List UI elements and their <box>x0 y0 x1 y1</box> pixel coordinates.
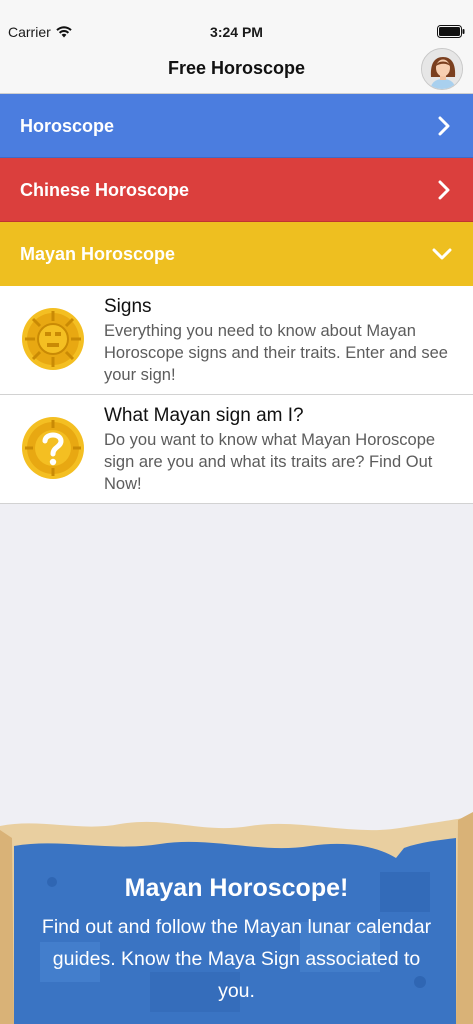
banner-text: Find out and follow the Mayan lunar cale… <box>41 916 432 1002</box>
list-item-what-mayan-sign[interactable]: What Mayan sign am I? Do you want to kno… <box>0 395 473 504</box>
mayan-question-icon <box>22 417 84 479</box>
battery-icon <box>437 25 465 41</box>
banner-content: Mayan Horoscope! Find out and follow the… <box>0 874 473 1007</box>
section-horoscope-label: Horoscope <box>20 116 115 136</box>
what-mayan-sign-description: Do you want to know what Mayan Horoscope… <box>104 431 436 493</box>
chevron-right-icon <box>438 180 450 200</box>
page-title: Free Horoscope <box>167 58 306 78</box>
banner-title: Mayan Horoscope! <box>124 874 349 902</box>
signs-description: Everything you need to know about Mayan … <box>104 322 448 384</box>
section-chinese-horoscope[interactable]: Chinese Horoscope <box>0 158 473 222</box>
section-chinese-label: Chinese Horoscope <box>20 180 190 200</box>
list-item-signs[interactable]: Signs Everything you need to know about … <box>0 286 473 395</box>
status-time: 3:24 PM <box>210 24 263 40</box>
user-avatar-button[interactable] <box>421 48 463 90</box>
user-avatar-icon <box>422 49 462 89</box>
signs-title: Signs <box>104 296 152 317</box>
chevron-down-icon <box>432 248 452 260</box>
navigation-bar: Free Horoscope <box>0 44 473 94</box>
section-horoscope[interactable]: Horoscope <box>0 94 473 158</box>
signs-text: Signs Everything you need to know about … <box>104 296 454 386</box>
what-mayan-sign-title: What Mayan sign am I? <box>104 405 304 426</box>
status-bar: Carrier 3:24 PM <box>0 0 473 44</box>
chevron-right-icon <box>438 116 450 136</box>
section-mayan-label: Mayan Horoscope <box>20 244 176 264</box>
promo-banner[interactable]: Mayan Horoscope! Find out and follow the… <box>0 812 473 1024</box>
what-mayan-sign-text: What Mayan sign am I? Do you want to kno… <box>104 405 454 495</box>
mayan-calendar-icon <box>22 308 84 370</box>
section-mayan-horoscope[interactable]: Mayan Horoscope <box>0 222 473 286</box>
